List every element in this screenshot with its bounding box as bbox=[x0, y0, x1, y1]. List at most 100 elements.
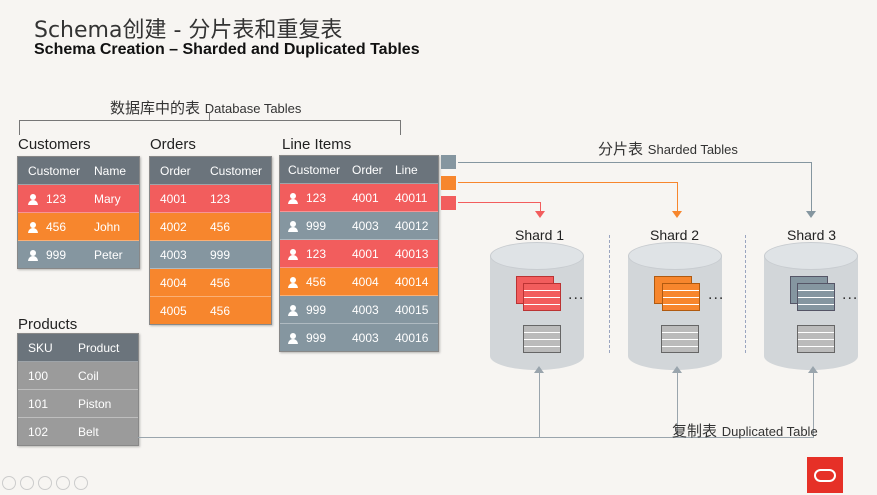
customers-table: Customer Name 123 Mary 456 John 999 Pete… bbox=[17, 156, 140, 269]
legend-red-square bbox=[441, 196, 456, 210]
customers-label: Customers bbox=[18, 136, 91, 153]
order-customer: 456 bbox=[210, 219, 231, 234]
customer-name: Peter bbox=[94, 247, 123, 262]
sharded-tables-label: 分片表 Sharded Tables bbox=[598, 138, 738, 159]
table-grid-icon bbox=[661, 325, 699, 353]
arrow-up-icon bbox=[808, 366, 818, 373]
order-id: 4004 bbox=[160, 275, 187, 290]
person-icon bbox=[288, 220, 298, 232]
table-grid-icon bbox=[523, 283, 561, 311]
order-customer: 456 bbox=[210, 275, 231, 290]
product-name: Belt bbox=[78, 424, 99, 439]
customer-name: John bbox=[94, 219, 121, 234]
person-icon bbox=[288, 276, 298, 288]
more-icon[interactable] bbox=[74, 476, 88, 490]
table-grid-icon bbox=[797, 283, 835, 311]
line-order: 4003 bbox=[352, 330, 379, 345]
order-customer: 123 bbox=[210, 191, 231, 206]
shard-2-label: Shard 2 bbox=[650, 227, 700, 243]
line-customer: 999 bbox=[306, 330, 327, 345]
table-row: 100 Coil bbox=[18, 362, 138, 390]
customer-name: Mary bbox=[94, 191, 121, 206]
duplicated-connector-line bbox=[539, 372, 540, 437]
table-row: 4005 456 bbox=[150, 297, 271, 324]
orders-label: Orders bbox=[150, 136, 196, 153]
zoom-icon[interactable] bbox=[56, 476, 70, 490]
line-customer: 999 bbox=[306, 218, 327, 233]
person-icon bbox=[288, 248, 298, 260]
pen-icon[interactable] bbox=[20, 476, 34, 490]
table-row: 102 Belt bbox=[18, 418, 138, 445]
shard-3-label: Shard 3 bbox=[787, 227, 837, 243]
database-tables-label-en: Database Tables bbox=[204, 101, 302, 116]
person-icon bbox=[28, 249, 38, 261]
line-number: 40016 bbox=[395, 330, 429, 345]
duplicated-table-label: 复制表 Duplicated Table bbox=[672, 420, 818, 441]
table-row: 999 4003 40016 bbox=[280, 324, 438, 351]
table-row: 4003 999 bbox=[150, 241, 271, 269]
product-sku: 102 bbox=[28, 424, 49, 439]
line-items-header-customer: Customer bbox=[288, 162, 341, 177]
database-tables-label: 数据库中的表 Database Tables bbox=[110, 97, 301, 118]
table-row: 999 4003 40015 bbox=[280, 296, 438, 324]
products-label: Products bbox=[18, 316, 78, 333]
table-grid-icon bbox=[662, 283, 700, 311]
line-order: 4003 bbox=[352, 218, 379, 233]
sharded-tables-label-zh: 分片表 bbox=[598, 140, 644, 158]
line-number: 40014 bbox=[395, 274, 429, 289]
connector-line bbox=[458, 182, 678, 183]
table-row: 456 John bbox=[18, 213, 139, 241]
orders-header-customer: Customer bbox=[210, 163, 263, 178]
connector-line bbox=[677, 182, 678, 214]
product-name: Coil bbox=[78, 368, 99, 383]
previous-icon[interactable] bbox=[2, 476, 16, 490]
arrow-down-icon bbox=[672, 211, 682, 218]
oracle-logo-icon bbox=[807, 457, 843, 493]
customer-id: 456 bbox=[46, 219, 67, 234]
table-row: 101 Piston bbox=[18, 390, 138, 418]
person-icon bbox=[28, 221, 38, 233]
connector-line bbox=[458, 202, 540, 203]
order-id: 4002 bbox=[160, 219, 187, 234]
order-id: 4001 bbox=[160, 191, 187, 206]
shard-1-label: Shard 1 bbox=[515, 227, 565, 243]
table-row: 4001 123 bbox=[150, 185, 271, 213]
line-items-header-line: Line bbox=[395, 162, 418, 177]
shard-divider bbox=[745, 235, 746, 353]
customers-header-customer: Customer bbox=[28, 163, 81, 178]
arrow-down-icon bbox=[535, 211, 545, 218]
product-sku: 100 bbox=[28, 368, 49, 383]
slides-icon[interactable] bbox=[38, 476, 52, 490]
person-icon bbox=[288, 304, 298, 316]
line-order: 4001 bbox=[352, 190, 379, 205]
line-customer: 456 bbox=[306, 274, 327, 289]
connector-line bbox=[811, 162, 812, 214]
legend-orange-square bbox=[441, 176, 456, 190]
database-tables-bracket bbox=[19, 120, 401, 135]
ellipsis: ... bbox=[568, 286, 585, 303]
duplicated-table-label-en: Duplicated Table bbox=[721, 424, 818, 439]
line-items-header: Customer Order Line bbox=[280, 156, 438, 184]
customer-id: 999 bbox=[46, 247, 67, 262]
connector-line bbox=[458, 162, 812, 163]
table-grid-icon bbox=[797, 325, 835, 353]
person-icon bbox=[288, 192, 298, 204]
line-order: 4003 bbox=[352, 302, 379, 317]
products-table: SKU Product 100 Coil 101 Piston 102 Belt bbox=[17, 333, 139, 446]
database-tables-label-zh: 数据库中的表 bbox=[110, 99, 201, 117]
legend-gray-square bbox=[441, 155, 456, 169]
arrow-down-icon bbox=[806, 211, 816, 218]
line-items-table: Customer Order Line 123 4001 40011 999 4… bbox=[279, 155, 439, 352]
line-number: 40015 bbox=[395, 302, 429, 317]
order-id: 4005 bbox=[160, 303, 187, 318]
shard-divider bbox=[609, 235, 610, 353]
order-id: 4003 bbox=[160, 247, 187, 262]
ellipsis: ... bbox=[842, 286, 859, 303]
arrow-up-icon bbox=[672, 366, 682, 373]
slideshow-toolbar bbox=[2, 476, 88, 490]
line-customer: 123 bbox=[306, 190, 327, 205]
product-name: Piston bbox=[78, 396, 112, 411]
table-row: 999 Peter bbox=[18, 241, 139, 268]
table-row: 999 4003 40012 bbox=[280, 212, 438, 240]
product-sku: 101 bbox=[28, 396, 49, 411]
